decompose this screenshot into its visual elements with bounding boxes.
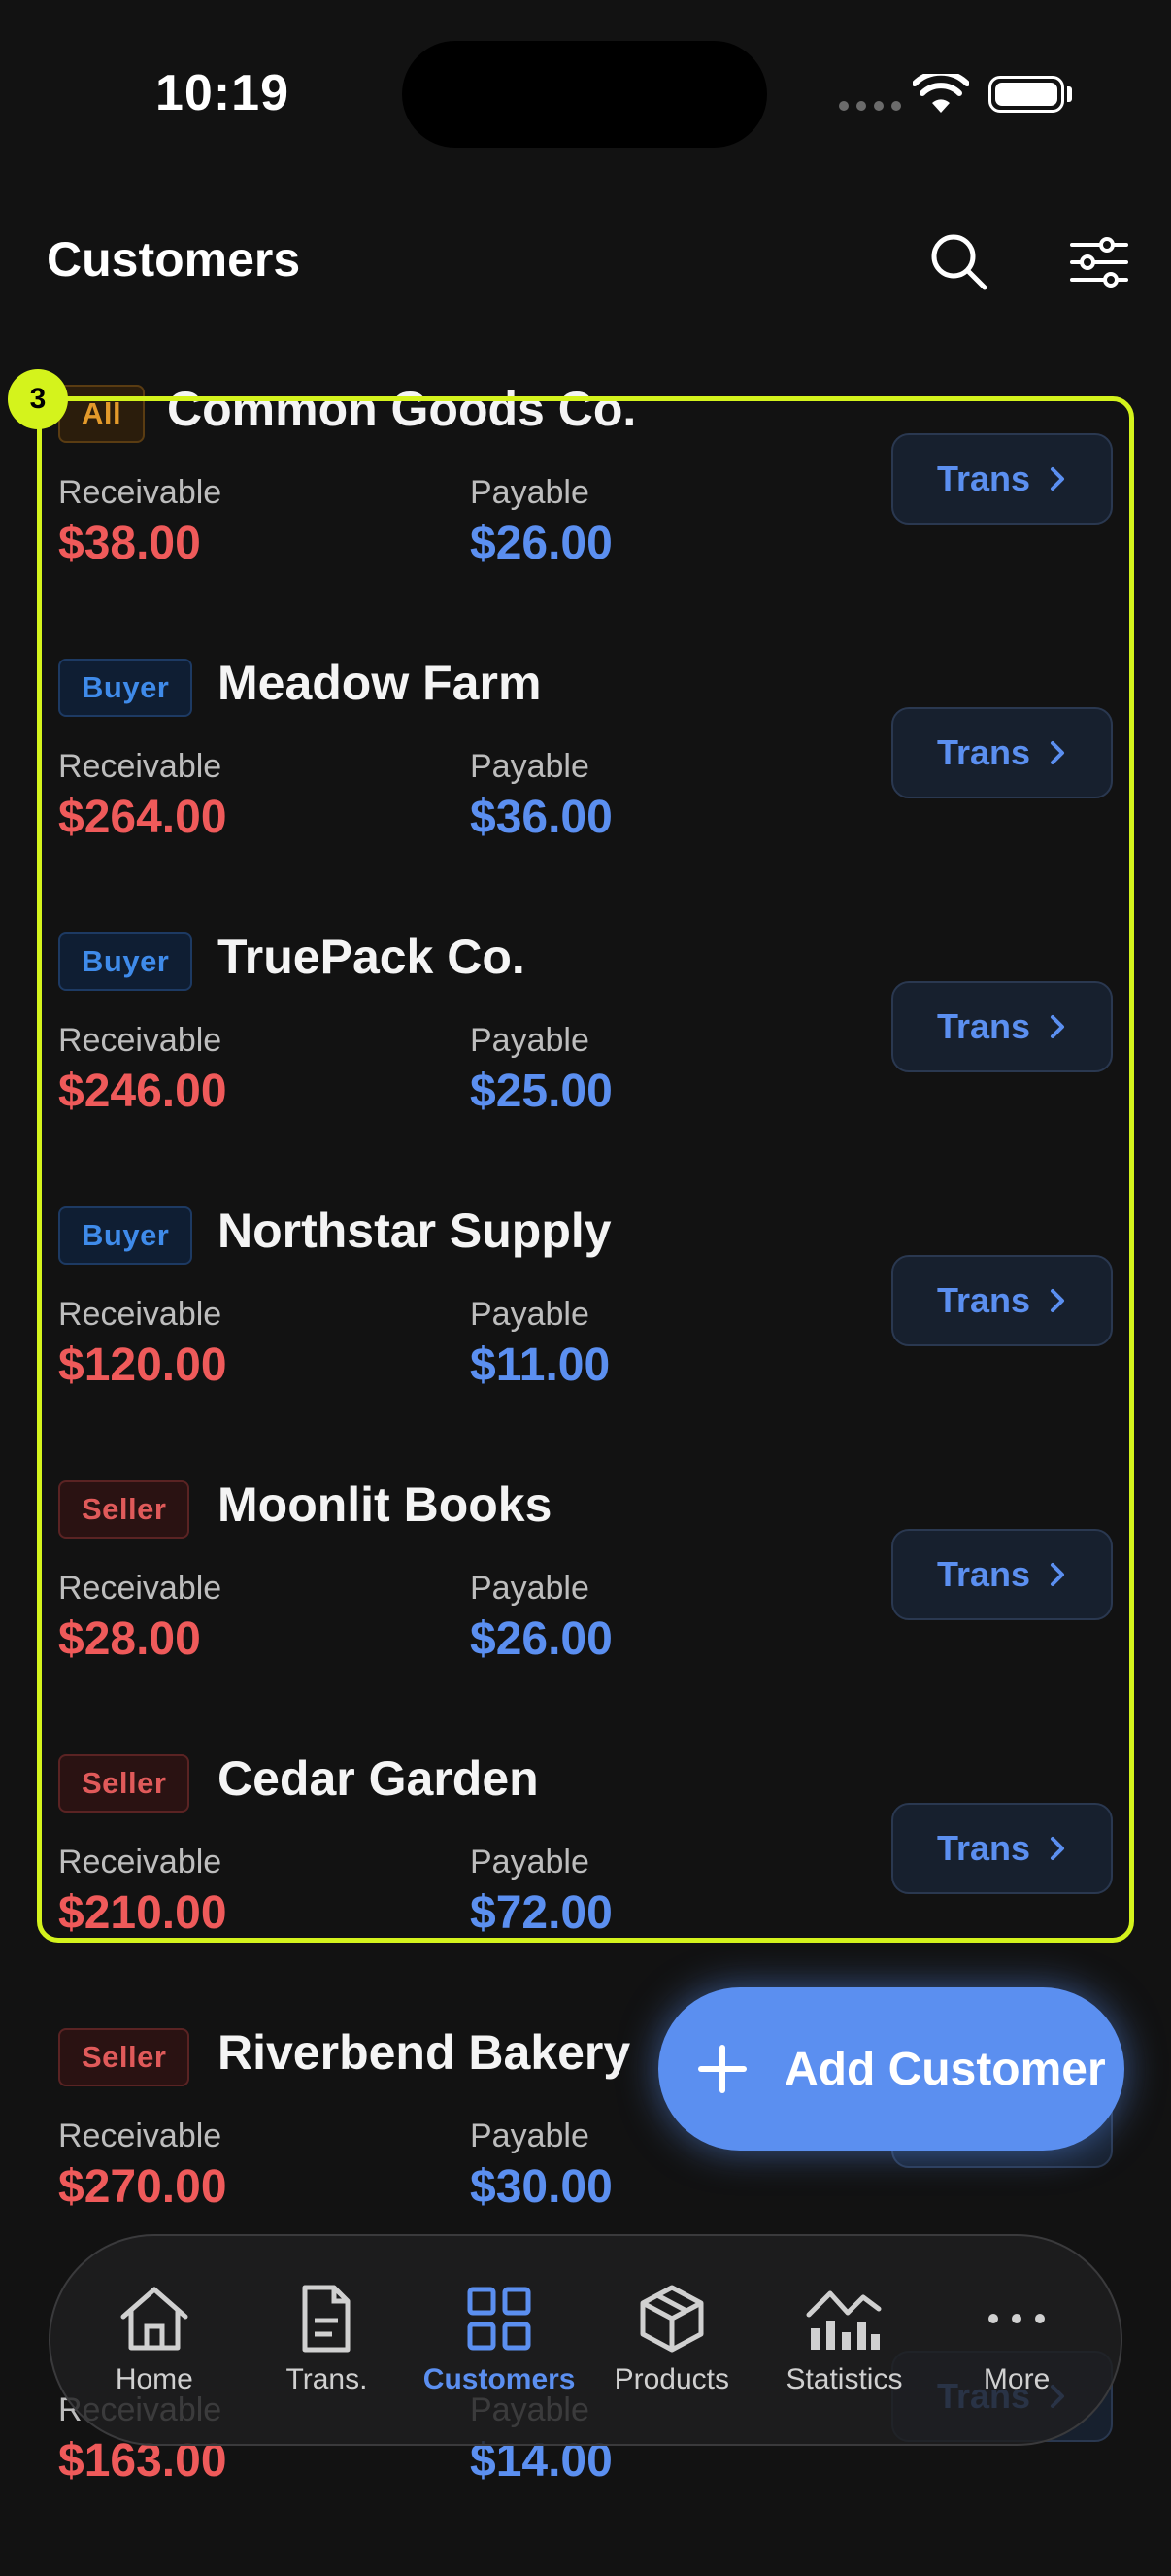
plus-icon	[698, 2045, 747, 2093]
page-title: Customers	[47, 232, 301, 287]
type-badge: Seller	[58, 2028, 190, 2086]
nav-item-more[interactable]: More	[934, 2284, 1099, 2396]
search-icon[interactable]	[928, 231, 990, 293]
status-time: 10:19	[155, 65, 289, 121]
add-customer-label: Add Customer	[785, 2043, 1106, 2095]
chart-icon	[806, 2290, 882, 2350]
customer-name: Riverbend Bakery	[217, 2025, 631, 2080]
payable-amount: $30.00	[470, 2161, 613, 2213]
grid-icon	[467, 2287, 531, 2351]
dynamic-island	[402, 41, 767, 148]
nav-item-products[interactable]: Products	[589, 2284, 754, 2396]
add-customer-button[interactable]: Add Customer	[658, 1987, 1124, 2151]
home-icon	[120, 2287, 188, 2351]
nav-label-statistics: Statistics	[786, 2363, 903, 2395]
battery-icon	[988, 76, 1064, 113]
highlight-frame	[37, 396, 1134, 1943]
wifi-icon	[913, 74, 969, 113]
nav-label-customers: Customers	[422, 2363, 576, 2395]
nav-item-trans[interactable]: Trans.	[244, 2284, 409, 2396]
cube-icon	[640, 2285, 704, 2353]
receivable-label: Receivable	[58, 2118, 222, 2154]
receivable-amount: $270.00	[58, 2161, 227, 2213]
filter-icon[interactable]	[1068, 231, 1130, 293]
document-icon	[302, 2285, 351, 2353]
payable-label: Payable	[470, 2118, 589, 2154]
signal-icon	[839, 101, 901, 111]
nav-item-statistics[interactable]: Statistics	[761, 2284, 926, 2396]
nav-item-home[interactable]: Home	[72, 2284, 237, 2396]
nav-label-products: Products	[614, 2363, 729, 2395]
nav-item-customers[interactable]: Customers	[417, 2284, 582, 2396]
nav-label-home: Home	[115, 2363, 193, 2395]
bottom-nav: Home Trans. Customers Products Statistic…	[49, 2234, 1122, 2446]
nav-label-trans: Trans.	[285, 2363, 368, 2395]
highlight-label: 3	[8, 369, 68, 429]
nav-label-more: More	[983, 2363, 1051, 2395]
more-icon	[988, 2314, 1046, 2323]
